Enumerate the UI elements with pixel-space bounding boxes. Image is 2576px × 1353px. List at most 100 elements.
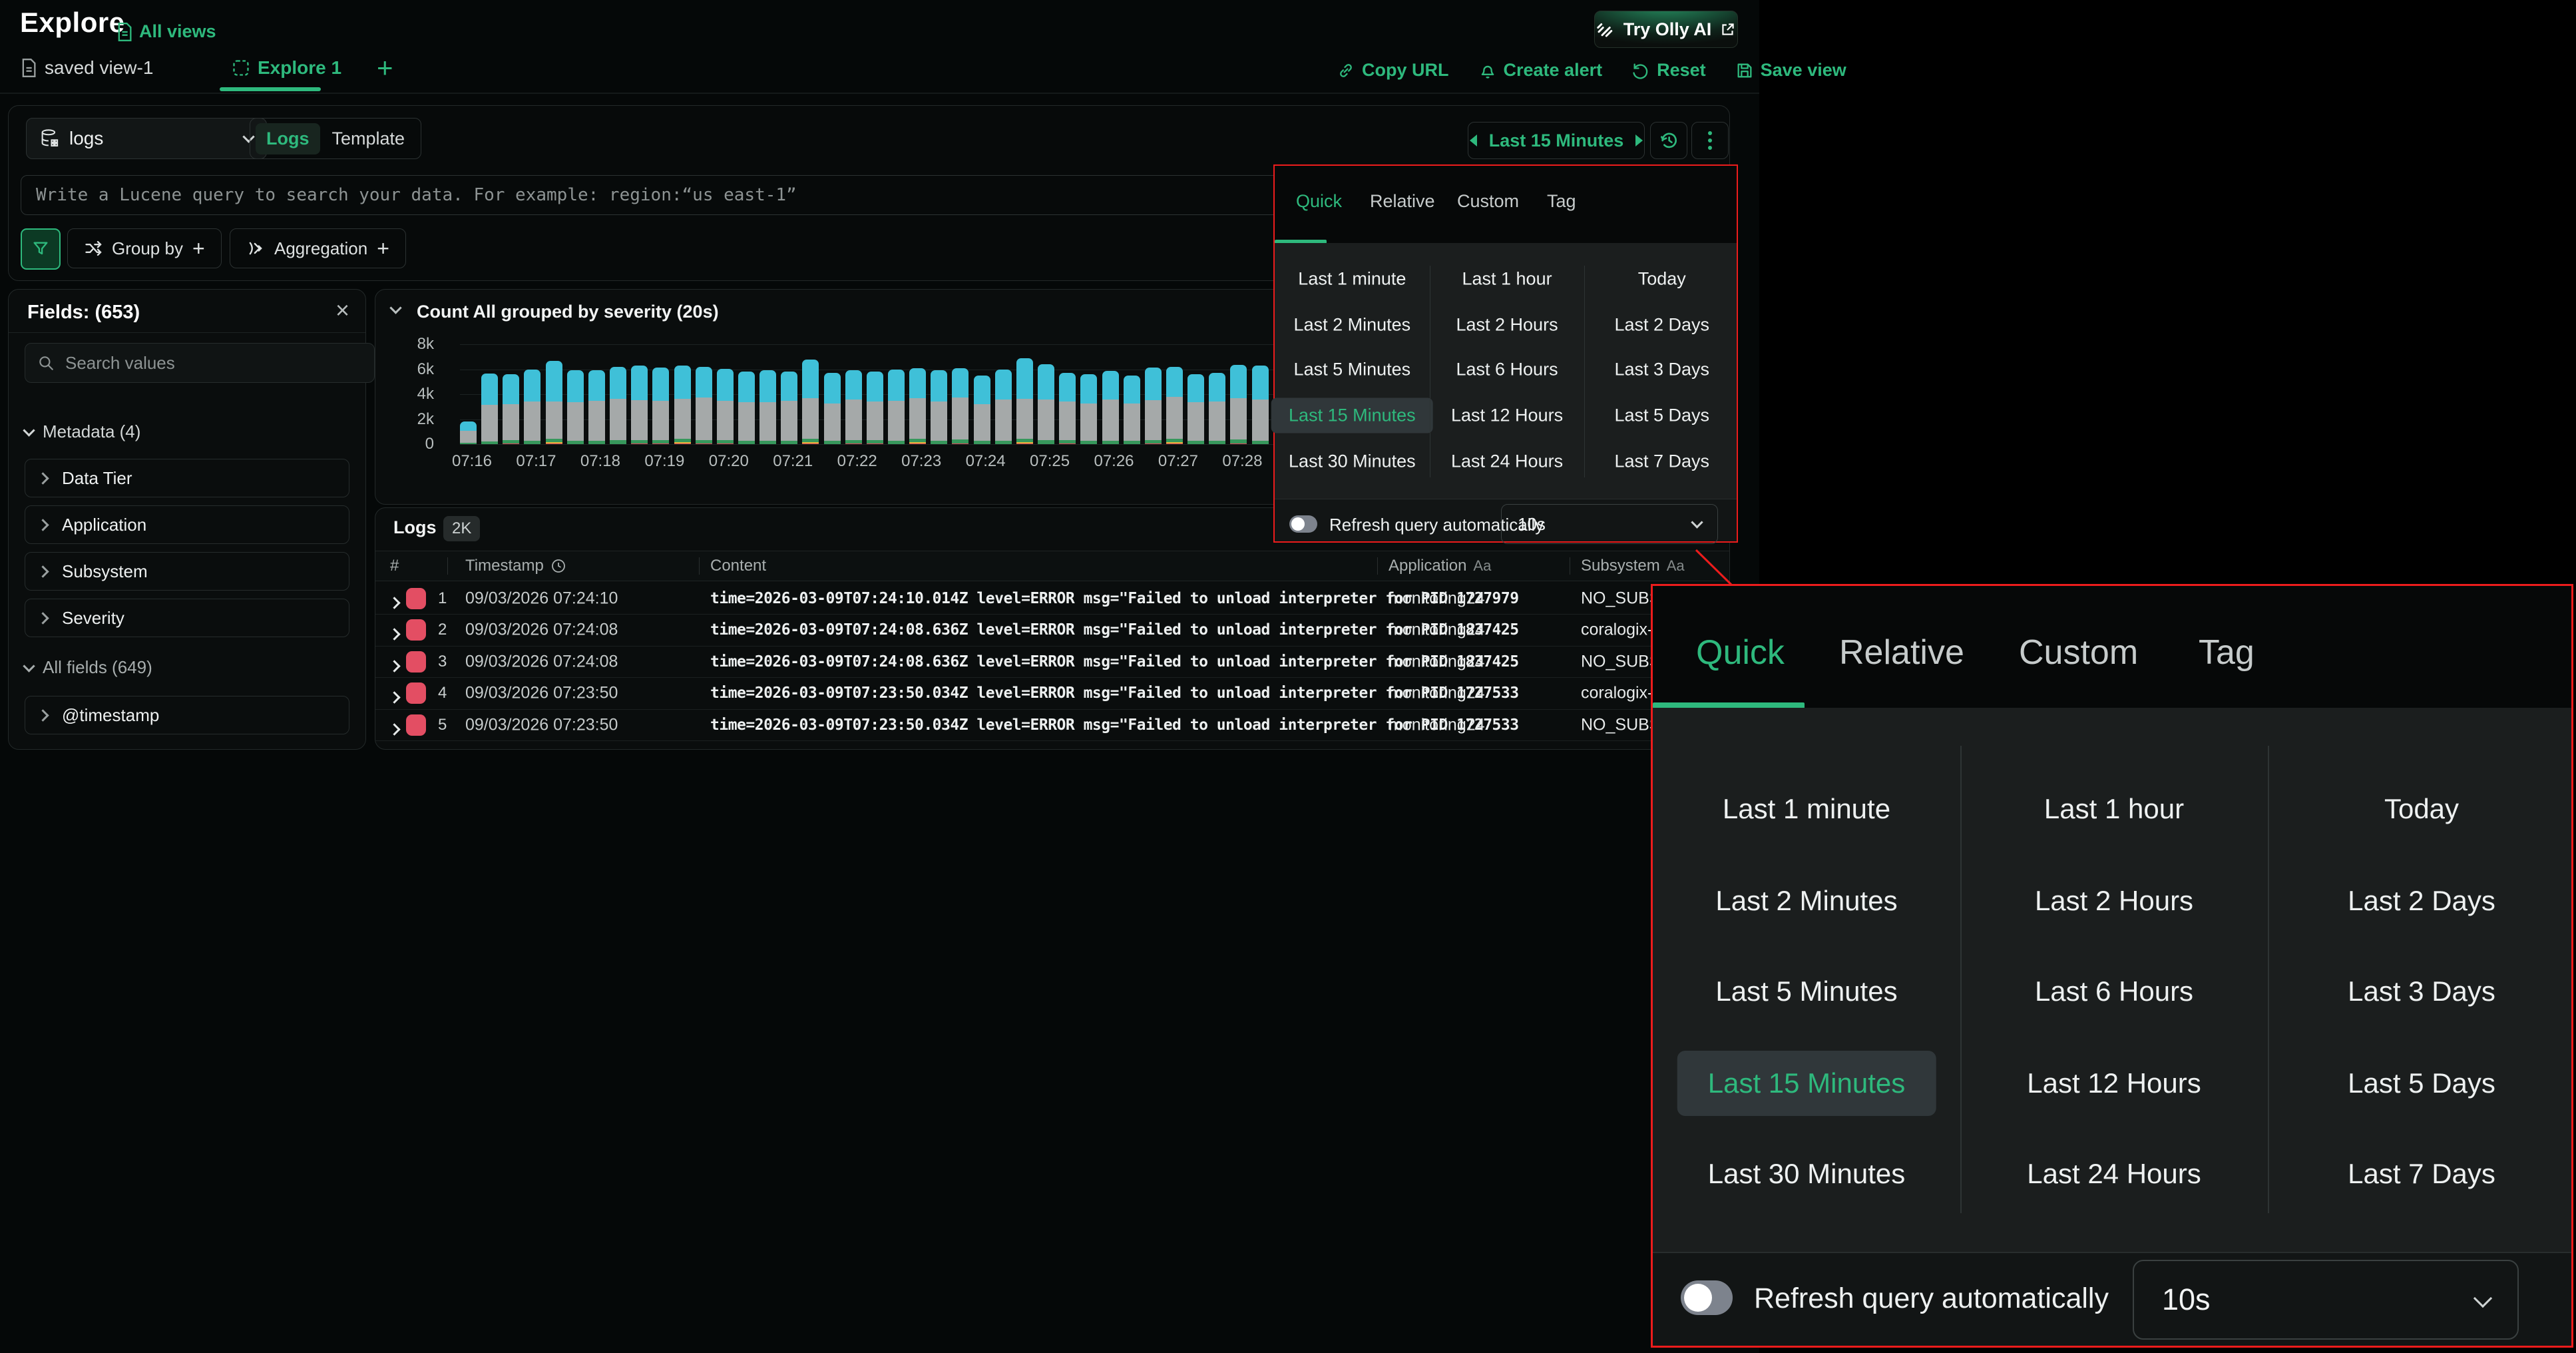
stacked-bar: [931, 370, 947, 444]
time-option[interactable]: Last 5 Days: [2348, 1067, 2495, 1099]
try-olly-ai-button[interactable]: Try Olly AI: [1594, 11, 1738, 48]
create-alert-button[interactable]: Create alert: [1478, 60, 1603, 81]
time-option[interactable]: Last 5 Minutes: [1715, 975, 1897, 1007]
reset-button[interactable]: Reset: [1631, 60, 1706, 81]
time-range-button[interactable]: Last 15 Minutes: [1468, 122, 1645, 159]
prev-range-icon[interactable]: [1470, 135, 1477, 146]
tp-tab-custom[interactable]: Custom: [2019, 633, 2138, 673]
time-option[interactable]: Last 12 Hours: [1451, 406, 1563, 426]
bar-segment-cyan: [524, 370, 540, 402]
col-num[interactable]: #: [390, 557, 399, 575]
data-source-select[interactable]: logs: [26, 118, 267, 159]
log-row[interactable]: 309/03/2026 07:24:08time=2026-03-09T07:2…: [375, 646, 1729, 678]
refresh-interval-select[interactable]: 10s: [2133, 1260, 2519, 1340]
stacked-bar: [1230, 365, 1247, 444]
time-option[interactable]: Last 24 Hours: [2027, 1158, 2201, 1190]
time-option[interactable]: Last 7 Days: [2348, 1158, 2495, 1190]
expand-row-icon[interactable]: [388, 660, 400, 672]
bar-segment-green: [995, 441, 1012, 444]
time-option[interactable]: Last 5 Minutes: [1294, 360, 1411, 380]
collapse-chart-icon[interactable]: [389, 302, 401, 314]
tp-tab-quick[interactable]: Quick: [1696, 633, 1785, 673]
tp-tab-relative[interactable]: Relative: [1370, 191, 1435, 212]
tp-tab-tag[interactable]: Tag: [2199, 633, 2254, 673]
save-view-button[interactable]: Save view: [1735, 60, 1846, 81]
bar-segment-gray: [588, 401, 605, 441]
time-option[interactable]: Last 2 Days: [1614, 315, 1709, 336]
expand-row-icon[interactable]: [388, 691, 400, 703]
filter-button[interactable]: [21, 228, 61, 270]
field-row-subsystem[interactable]: Subsystem: [25, 552, 349, 591]
bar-segment-gray: [1016, 399, 1033, 439]
stacked-bar: [995, 370, 1012, 444]
field-row-application[interactable]: Application: [25, 505, 349, 544]
time-option[interactable]: Last 2 Minutes: [1715, 885, 1897, 917]
undo-icon: [1631, 61, 1650, 80]
refresh-interval-select[interactable]: 10s: [1501, 504, 1718, 544]
metadata-group-label[interactable]: Metadata (4): [25, 421, 140, 442]
all-views-link[interactable]: All views: [116, 21, 216, 42]
refresh-toggle[interactable]: [1289, 515, 1317, 533]
time-option[interactable]: Last 2 Minutes: [1294, 315, 1411, 336]
log-row[interactable]: 109/03/2026 07:24:10time=2026-03-09T07:2…: [375, 583, 1729, 615]
log-row[interactable]: 409/03/2026 07:23:50time=2026-03-09T07:2…: [375, 678, 1729, 710]
copy-url-button[interactable]: Copy URL: [1337, 60, 1449, 81]
log-row[interactable]: 509/03/2026 07:23:50time=2026-03-09T07:2…: [375, 709, 1729, 741]
field-row-severity[interactable]: Severity: [25, 599, 349, 637]
toggle-knob: [1291, 517, 1305, 531]
col-content[interactable]: Content: [710, 557, 766, 575]
tab-explore-1[interactable]: Explore 1: [232, 57, 341, 79]
col-application[interactable]: Application Aa: [1389, 557, 1491, 575]
group-by-button[interactable]: Group by +: [67, 228, 222, 268]
time-option-selected[interactable]: Last 15 Minutes: [1677, 1051, 1936, 1116]
mode-logs[interactable]: Logs: [256, 123, 320, 154]
time-option[interactable]: Last 3 Days: [1614, 360, 1709, 380]
time-option[interactable]: Last 6 Hours: [2035, 975, 2193, 1007]
time-option[interactable]: Last 1 minute: [1723, 793, 1890, 825]
fields-search-input[interactable]: [64, 352, 362, 374]
expand-row-icon[interactable]: [388, 723, 400, 735]
tp-tab-custom[interactable]: Custom: [1457, 191, 1519, 212]
time-option[interactable]: Last 30 Minutes: [1708, 1158, 1906, 1190]
query-history-button[interactable]: [1650, 122, 1687, 159]
field-row-data-tier[interactable]: Data Tier: [25, 459, 349, 497]
time-option-selected[interactable]: Last 15 Minutes: [1271, 398, 1433, 433]
tp-tab-tag[interactable]: Tag: [1547, 191, 1576, 212]
all-fields-group-label[interactable]: All fields (649): [25, 657, 152, 678]
add-tab-button[interactable]: +: [377, 52, 393, 84]
bar-segment-red: [802, 443, 819, 444]
time-option[interactable]: Last 24 Hours: [1451, 451, 1563, 472]
bar-segment-cyan: [1059, 373, 1076, 402]
mode-template[interactable]: Template: [322, 123, 416, 154]
expand-row-icon[interactable]: [388, 597, 400, 609]
col-subsystem[interactable]: Subsystem Aa: [1581, 557, 1685, 575]
more-options-button[interactable]: [1691, 122, 1729, 159]
time-option[interactable]: Last 2 Hours: [2035, 885, 2193, 917]
time-option[interactable]: Last 1 minute: [1298, 269, 1406, 290]
field-row-timestamp[interactable]: @timestamp: [25, 696, 349, 734]
time-option[interactable]: Last 5 Days: [1614, 406, 1709, 426]
log-row[interactable]: 209/03/2026 07:24:08time=2026-03-09T07:2…: [375, 615, 1729, 647]
close-icon[interactable]: ×: [335, 296, 349, 324]
fields-search[interactable]: [25, 343, 375, 383]
time-option[interactable]: Today: [1638, 269, 1686, 290]
tp-tab-quick[interactable]: Quick: [1296, 191, 1342, 212]
time-option[interactable]: Last 7 Days: [1614, 451, 1709, 472]
tab-saved-view-1[interactable]: saved view-1: [20, 57, 153, 79]
time-option[interactable]: Last 12 Hours: [2027, 1067, 2201, 1099]
time-option[interactable]: Last 2 Hours: [1456, 315, 1558, 336]
time-option[interactable]: Last 1 hour: [1462, 269, 1552, 290]
time-option[interactable]: Last 2 Days: [2348, 885, 2495, 917]
refresh-toggle[interactable]: [1681, 1280, 1733, 1315]
bar-segment-green: [610, 440, 626, 444]
aggregation-button[interactable]: Aggregation +: [230, 228, 406, 268]
time-option[interactable]: Last 3 Days: [2348, 975, 2495, 1007]
col-timestamp[interactable]: Timestamp: [465, 557, 566, 575]
time-option[interactable]: Last 6 Hours: [1456, 360, 1558, 380]
time-option[interactable]: Today: [2384, 793, 2459, 825]
time-option[interactable]: Last 1 hour: [2044, 793, 2184, 825]
time-option[interactable]: Last 30 Minutes: [1289, 451, 1416, 472]
expand-row-icon[interactable]: [388, 628, 400, 640]
next-range-icon[interactable]: [1635, 135, 1643, 146]
tp-tab-relative[interactable]: Relative: [1839, 633, 1964, 673]
